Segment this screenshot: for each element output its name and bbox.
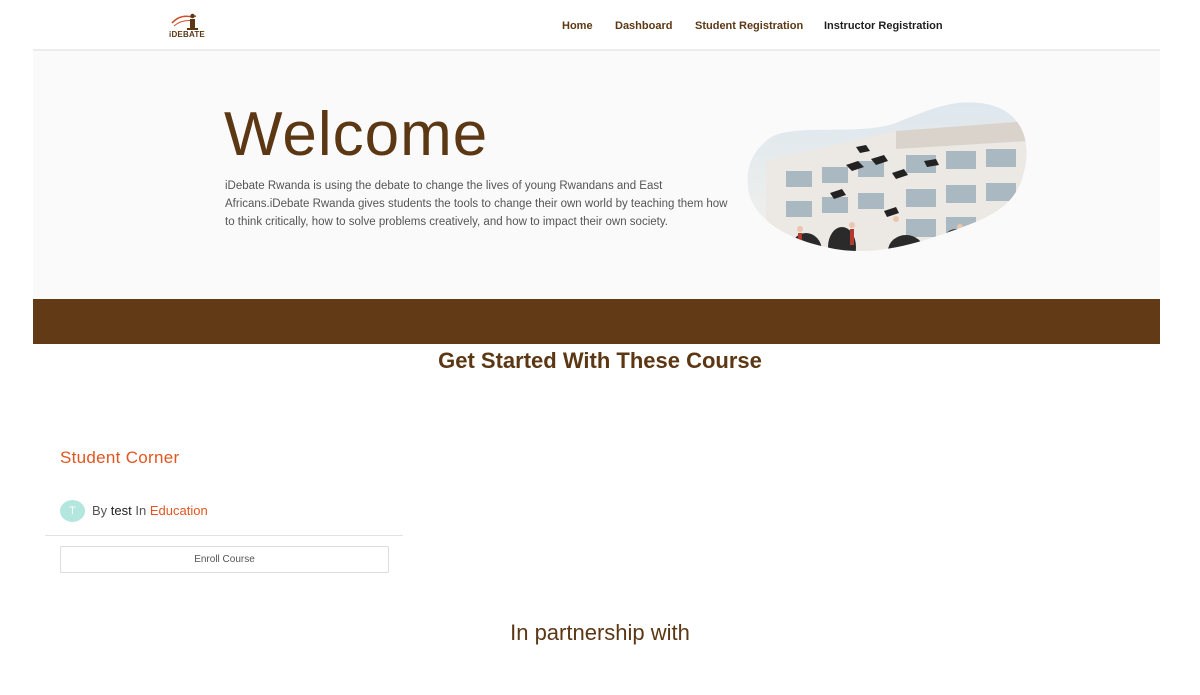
- in-label: In: [135, 503, 147, 518]
- partners-section-title: In partnership with: [510, 620, 690, 645]
- course-card: Student Corner T By test In Education En…: [45, 440, 403, 580]
- course-author-row: T By test In Education: [60, 500, 390, 522]
- author-avatar: T: [60, 500, 85, 522]
- course-title-link[interactable]: Student Corner: [60, 448, 180, 468]
- hero-title: Welcome: [224, 100, 489, 169]
- nav-student-registration[interactable]: Student Registration: [695, 20, 803, 32]
- enroll-course-button[interactable]: Enroll Course: [60, 546, 389, 573]
- main-nav: Home Dashboard Student Registration Inst…: [33, 20, 1160, 36]
- brown-divider-band: [33, 299, 1160, 344]
- hero-description: iDebate Rwanda is using the debate to ch…: [225, 180, 728, 228]
- nav-instructor-registration[interactable]: Instructor Registration: [824, 20, 943, 32]
- author-meta: By test In Education: [92, 503, 208, 518]
- by-label: By: [92, 503, 108, 518]
- graduation-photo-image: [747, 102, 1027, 252]
- nav-dashboard[interactable]: Dashboard: [615, 20, 672, 32]
- author-name: test: [110, 503, 132, 518]
- page: iDEBATE Home Dashboard Student Registrat…: [0, 0, 1200, 695]
- site-header: iDEBATE Home Dashboard Student Registrat…: [33, 0, 1160, 51]
- nav-home[interactable]: Home: [562, 20, 593, 32]
- hero-section: Welcome iDebate Rwanda is using the deba…: [33, 51, 1160, 299]
- courses-section-title: Get Started With These Course: [438, 348, 762, 373]
- course-category-link[interactable]: Education: [150, 503, 208, 518]
- card-divider: [45, 535, 403, 536]
